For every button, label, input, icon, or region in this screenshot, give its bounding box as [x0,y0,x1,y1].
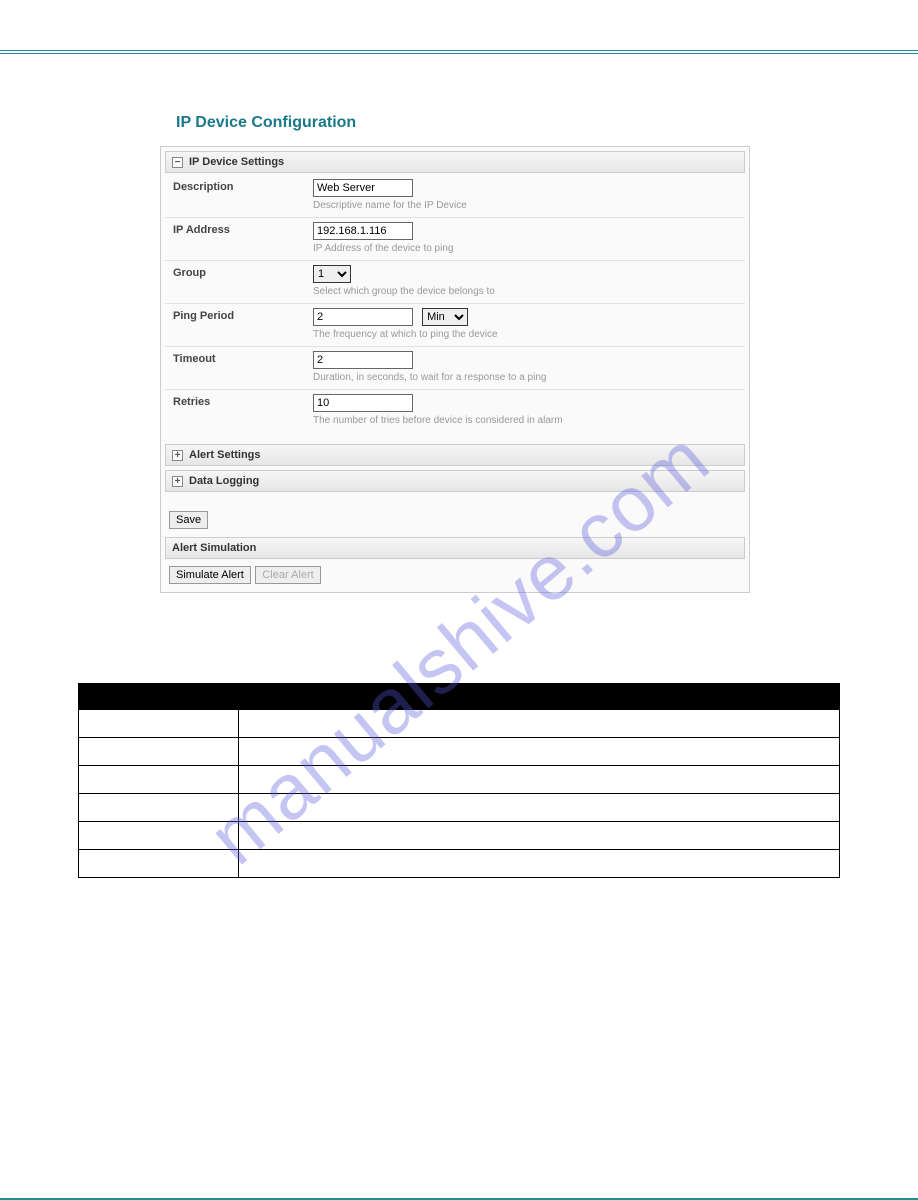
hint-group: Select which group the device belongs to [313,286,737,297]
info-table [78,683,840,878]
label-group: Group [173,265,313,297]
row-description: Description Descriptive name for the IP … [165,175,745,218]
table-row [79,710,840,738]
row-ping-period: Ping Period Min The frequency at which t… [165,304,745,347]
input-retries[interactable] [313,394,413,412]
row-ip-address: IP Address IP Address of the device to p… [165,218,745,261]
table-header-cell [79,684,840,710]
input-ip-address[interactable] [313,222,413,240]
input-ping-period[interactable] [313,308,413,326]
input-description[interactable] [313,179,413,197]
hint-description: Descriptive name for the IP Device [313,200,737,211]
row-retries: Retries The number of tries before devic… [165,390,745,432]
section-header-label: Alert Simulation [172,542,256,554]
save-button[interactable]: Save [169,511,208,529]
hint-ping-period: The frequency at which to ping the devic… [313,329,737,340]
section-header-data-logging[interactable]: + Data Logging [165,470,745,492]
hint-retries: The number of tries before device is con… [313,415,737,426]
label-ping-period: Ping Period [173,308,313,340]
label-description: Description [173,179,313,211]
section-header-label: IP Device Settings [189,156,284,168]
label-ip-address: IP Address [173,222,313,254]
hint-ip-address: IP Address of the device to ping [313,243,737,254]
label-timeout: Timeout [173,351,313,383]
page-title: IP Device Configuration [176,114,858,132]
table-row [79,822,840,850]
table-row [79,794,840,822]
row-timeout: Timeout Duration, in seconds, to wait fo… [165,347,745,390]
hint-timeout: Duration, in seconds, to wait for a resp… [313,372,737,383]
table-row [79,738,840,766]
section-header-alert-simulation: Alert Simulation [165,537,745,559]
table-row [79,850,840,878]
select-group[interactable]: 1 [313,265,351,283]
table-header-row [79,684,840,710]
expand-icon: + [172,476,183,487]
section-header-alert-settings[interactable]: + Alert Settings [165,444,745,466]
expand-icon: + [172,450,183,461]
row-group: Group 1 Select which group the device be… [165,261,745,304]
input-timeout[interactable] [313,351,413,369]
collapse-icon: − [172,157,183,168]
clear-alert-button[interactable]: Clear Alert [255,566,320,584]
info-table-wrap [78,683,840,878]
section-header-label: Data Logging [189,475,259,487]
table-row [79,766,840,794]
section-header-label: Alert Settings [189,449,261,461]
section-header-ip-device-settings[interactable]: −IP Device Settings [165,151,745,173]
select-ping-period-unit[interactable]: Min [422,308,468,326]
label-retries: Retries [173,394,313,426]
simulate-alert-button[interactable]: Simulate Alert [169,566,251,584]
config-panel: −IP Device Settings Description Descript… [160,146,750,593]
